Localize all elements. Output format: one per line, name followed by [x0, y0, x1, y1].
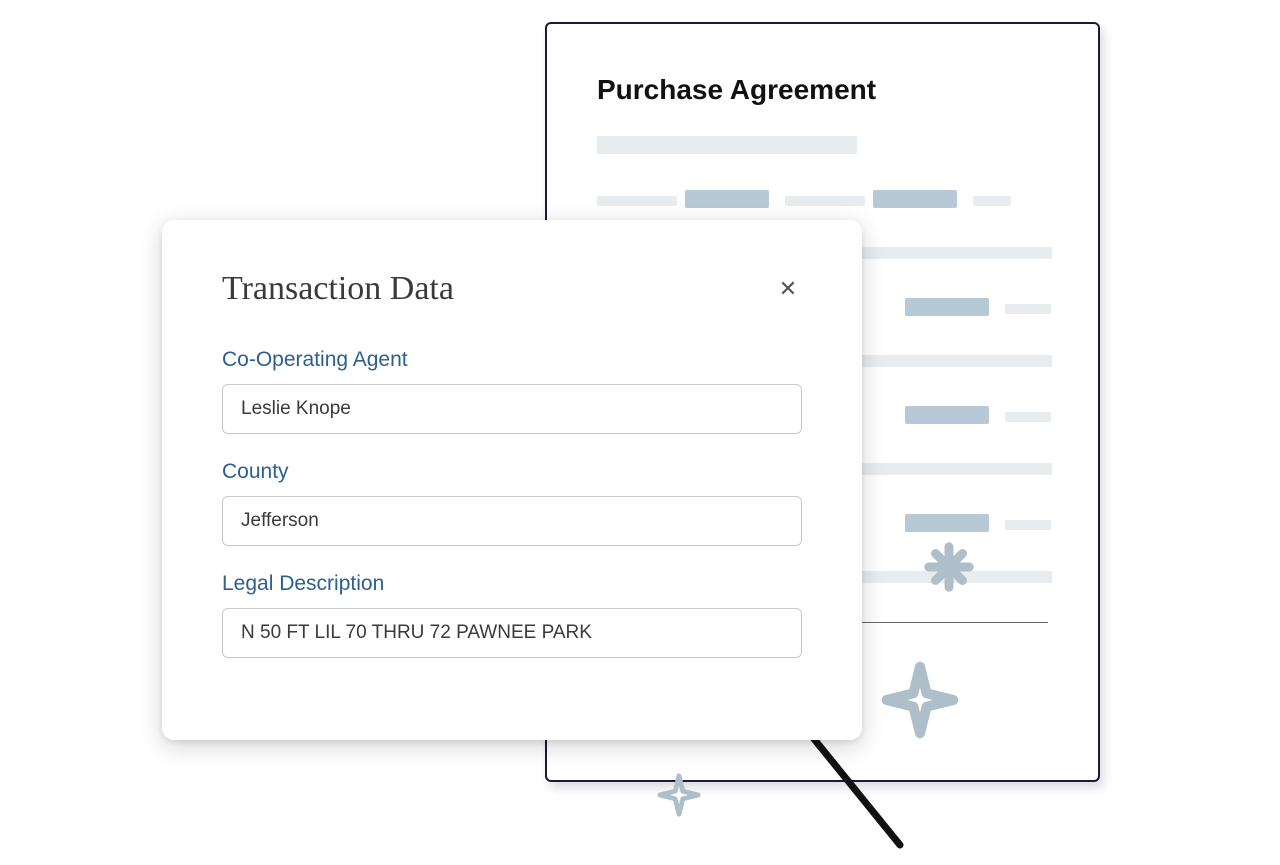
modal-title: Transaction Data: [222, 270, 454, 308]
close-icon: ✕: [779, 278, 797, 300]
agent-input[interactable]: [222, 384, 802, 434]
sparkle-icon: [922, 540, 976, 594]
county-input[interactable]: [222, 496, 802, 546]
legal-description-input[interactable]: [222, 608, 802, 658]
document-title: Purchase Agreement: [597, 74, 1048, 106]
transaction-data-modal: Transaction Data ✕ Co-Operating Agent Co…: [162, 220, 862, 740]
agent-label: Co-Operating Agent: [222, 348, 802, 372]
county-label: County: [222, 460, 802, 484]
close-button[interactable]: ✕: [774, 275, 802, 303]
legal-description-label: Legal Description: [222, 572, 802, 596]
doc-placeholder-row: [597, 136, 1048, 154]
sparkle-icon: [656, 772, 702, 818]
doc-placeholder-row: [597, 190, 1048, 208]
sparkle-icon: [880, 660, 960, 740]
